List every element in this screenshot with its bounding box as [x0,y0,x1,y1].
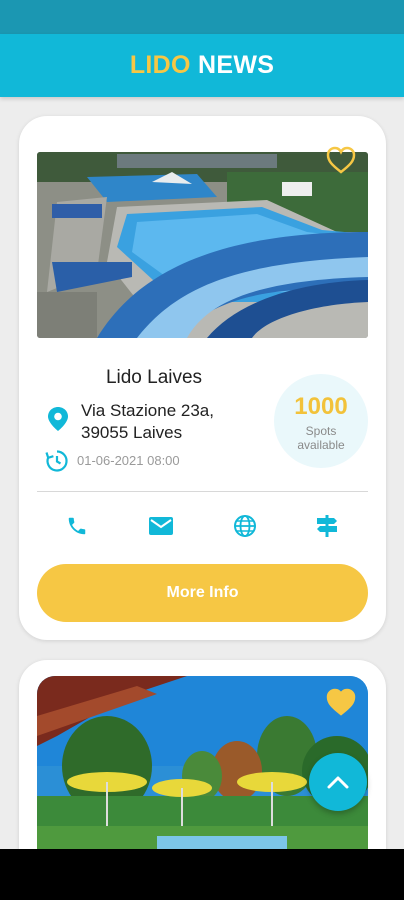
app-bar: LIDO NEWS [0,34,404,97]
chevron-up-icon [327,776,349,789]
app-title-lido: LIDO [129,51,191,79]
scroll-to-top-button[interactable] [309,753,367,811]
app-title-news: NEWS [197,51,275,79]
website-button[interactable] [231,512,259,540]
favorite-heart-icon[interactable] [326,688,356,716]
system-navigation-bar [0,849,404,900]
lido-date: 01-06-2021 08:00 [77,453,180,468]
spots-label-1: Spots [305,424,337,438]
signpost-icon [317,515,337,537]
address-line-2: 39055 Laives [81,423,183,442]
lido-name: Lido Laives [105,367,203,388]
location-pin-icon [48,407,68,431]
clock-icon [45,450,68,472]
lido-card[interactable]: Lido Laives Via Stazione 23a, 39055 Laiv… [19,116,386,640]
address-line-1: Via Stazione 23a, [81,401,214,420]
app-title: LIDO NEWS [130,51,274,80]
favorite-heart-icon[interactable] [326,146,356,174]
spots-label-2: available [297,438,345,452]
globe-icon [234,515,256,537]
divider [37,491,368,492]
mail-icon [149,517,173,535]
spots-count: 1000 [294,393,348,420]
more-info-button[interactable]: More Info [37,564,368,622]
directions-button[interactable] [313,512,341,540]
email-button[interactable] [147,512,175,540]
status-bar [0,0,404,34]
lido-address: Via Stazione 23a, 39055 Laives [81,400,271,444]
lido-photo [37,152,368,338]
phone-icon [68,517,86,535]
call-button[interactable] [63,512,91,540]
spots-badge: 1000 Spots available [274,374,368,468]
